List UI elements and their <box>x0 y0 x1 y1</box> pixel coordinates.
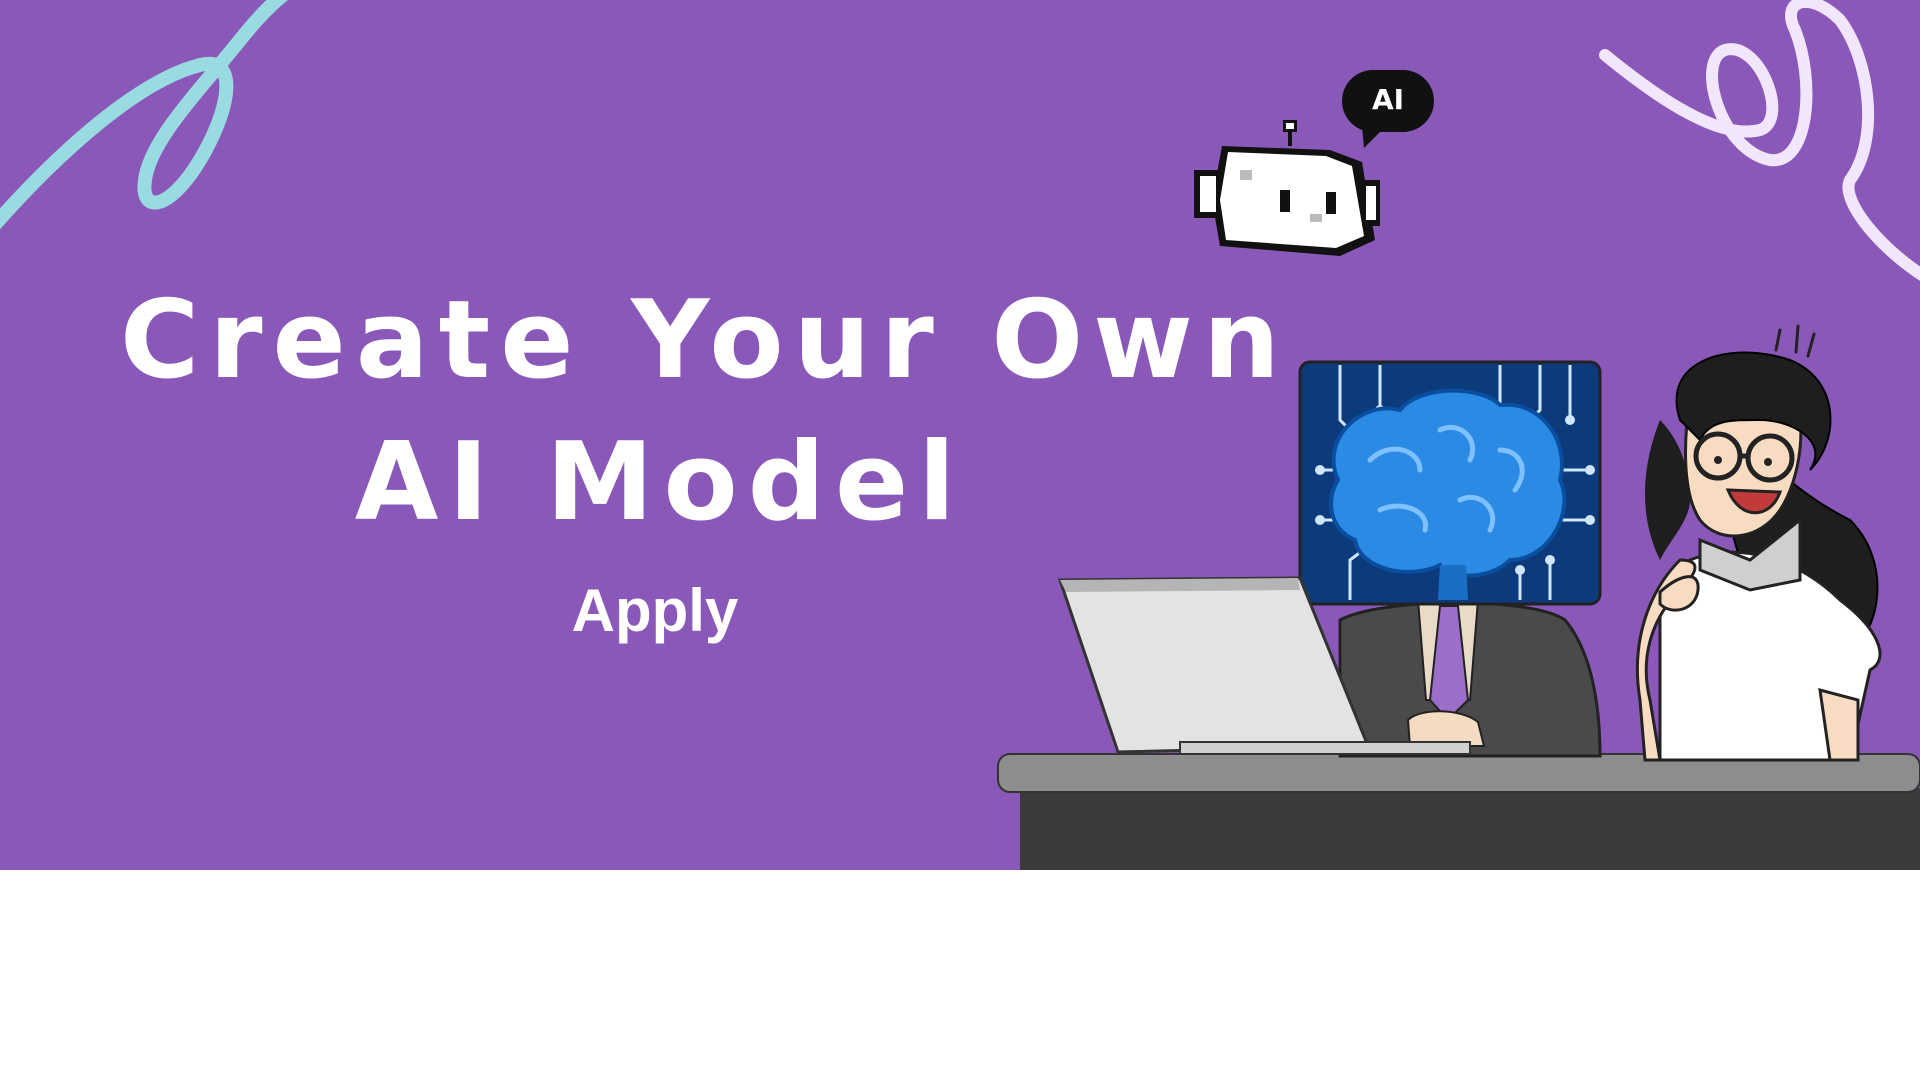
apply-button[interactable]: Apply <box>540 566 770 656</box>
headline: Create Your Own AI Model <box>120 270 1290 554</box>
brain-circuit-monitor <box>1298 360 1602 606</box>
businessman-illustration <box>1338 599 1602 758</box>
speech-bubble-text: AI <box>1371 83 1405 116</box>
headline-line-2: AI Model <box>354 420 966 545</box>
desk-illustration <box>997 753 1920 870</box>
headline-line-1: Create Your Own <box>120 278 1290 403</box>
page-below-banner <box>0 870 1920 1080</box>
hero-banner: Create Your Own AI Model Apply AI <box>0 0 1920 870</box>
